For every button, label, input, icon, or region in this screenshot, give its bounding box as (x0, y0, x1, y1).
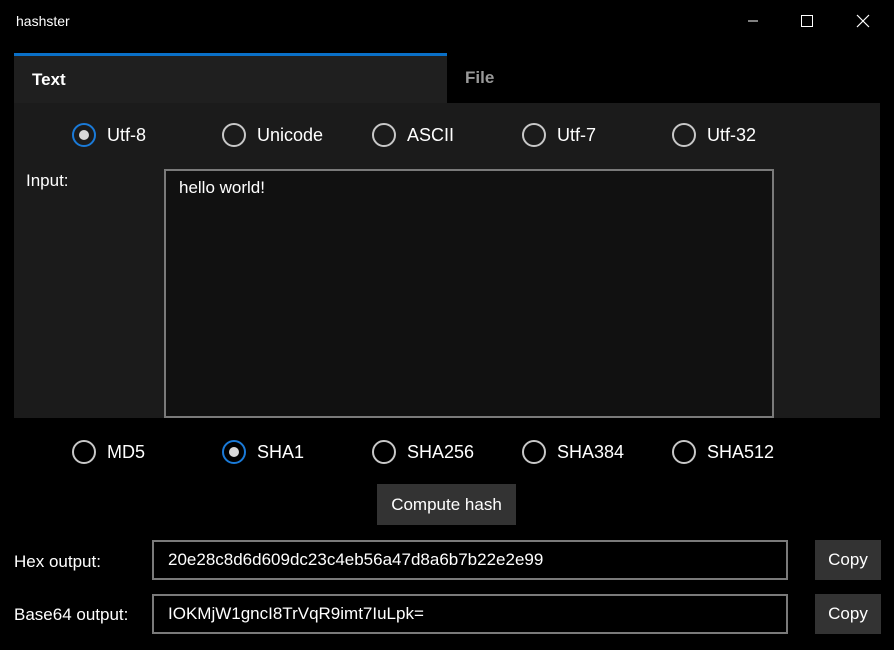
input-textarea[interactable]: hello world! (164, 169, 774, 418)
tab-label: Text (32, 69, 66, 89)
radio-circle (222, 440, 246, 464)
radio-sha1[interactable]: SHA1 (222, 440, 304, 464)
radio-circle (522, 440, 546, 464)
maximize-icon (801, 15, 813, 27)
radio-label: SHA384 (557, 441, 625, 462)
radio-label: Unicode (257, 124, 324, 145)
close-icon (856, 14, 870, 28)
base64-output-label: Base64 output: (14, 605, 129, 624)
close-button[interactable] (840, 0, 886, 42)
radio-label: MD5 (107, 441, 146, 462)
title-bar: hashster (0, 0, 894, 42)
minimize-button[interactable] (730, 0, 776, 42)
radio-circle (372, 123, 396, 147)
hex-output-field[interactable]: 20e28c8d6d609dc23c4eb56a47d8a6b7b22e2e99 (152, 540, 788, 580)
radio-label: ASCII (407, 124, 455, 145)
maximize-button[interactable] (784, 0, 830, 42)
radio-circle (522, 123, 546, 147)
radio-circle (672, 440, 696, 464)
radio-sha512[interactable]: SHA512 (672, 440, 774, 464)
tab-text[interactable]: Text (14, 53, 447, 103)
radio-utf8[interactable]: Utf-8 (72, 123, 146, 147)
radio-ascii[interactable]: ASCII (372, 123, 454, 147)
radio-sha256[interactable]: SHA256 (372, 440, 474, 464)
radio-circle (222, 123, 246, 147)
radio-circle (372, 440, 396, 464)
radio-utf32[interactable]: Utf-32 (672, 123, 756, 147)
radio-label: Utf-32 (707, 124, 757, 145)
radio-sha384[interactable]: SHA384 (522, 440, 624, 464)
minimize-icon (748, 20, 758, 22)
radio-utf7[interactable]: Utf-7 (522, 123, 596, 147)
radio-label: SHA512 (707, 441, 775, 462)
radio-label: SHA1 (257, 441, 305, 462)
radio-circle (72, 440, 96, 464)
radio-circle (72, 123, 96, 147)
compute-hash-button[interactable]: Compute hash (377, 484, 516, 525)
radio-md5[interactable]: MD5 (72, 440, 145, 464)
radio-label: Utf-7 (557, 124, 597, 145)
input-label: Input: (26, 171, 69, 190)
radio-label: Utf-8 (107, 124, 147, 145)
app-title: hashster (16, 13, 70, 29)
radio-unicode[interactable]: Unicode (222, 123, 323, 147)
tab-file[interactable]: File (447, 53, 880, 103)
hex-output-label: Hex output: (14, 552, 101, 571)
radio-circle (672, 123, 696, 147)
base64-output-field[interactable]: IOKMjW1gncI8TrVqR9imt7IuLpk= (152, 594, 788, 634)
radio-label: SHA256 (407, 441, 475, 462)
tab-strip: Text File (14, 53, 880, 103)
copy-base64-button[interactable]: Copy (815, 594, 881, 634)
tab-label: File (465, 68, 495, 87)
copy-hex-button[interactable]: Copy (815, 540, 881, 580)
